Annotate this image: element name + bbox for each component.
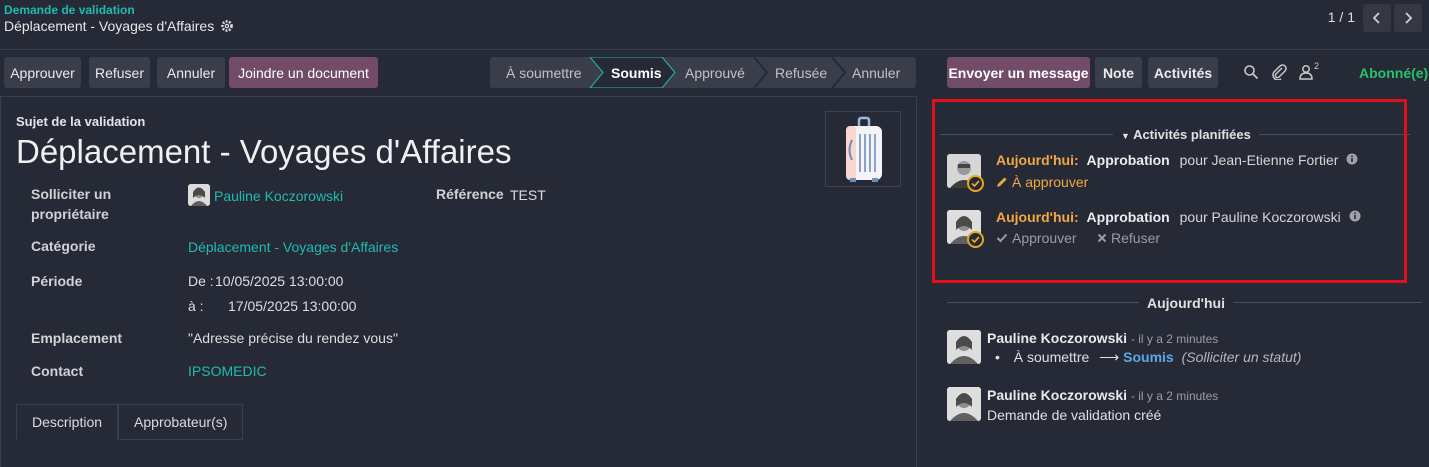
owner-avatar bbox=[188, 184, 210, 206]
contact-label: Contact bbox=[31, 363, 84, 379]
reference-value[interactable]: TEST bbox=[510, 185, 546, 205]
stage-to-submit[interactable]: À soumettre bbox=[506, 57, 581, 88]
paperclip-icon[interactable] bbox=[1271, 64, 1287, 80]
tab-approvers[interactable]: Approbateur(s) bbox=[118, 404, 244, 440]
follow-status-button[interactable]: Abonné(e) bbox=[1359, 65, 1428, 81]
pager-value[interactable]: 1 / 1 bbox=[1328, 9, 1355, 25]
approve-button[interactable]: Approuver bbox=[4, 57, 81, 88]
owner-label-line2: propriétaire bbox=[31, 206, 109, 222]
location-value[interactable]: "Adresse précise du rendez vous" bbox=[188, 328, 398, 348]
send-message-button[interactable]: Envoyer un message bbox=[947, 57, 1090, 88]
period-from-prefix: De : bbox=[188, 273, 214, 289]
period-to-value[interactable]: 17/05/2025 13:00:00 bbox=[228, 296, 356, 316]
notebook-tabs: Description Approbateur(s) bbox=[16, 404, 244, 440]
message-1-time: - il y a 2 minutes bbox=[1130, 332, 1219, 346]
period-from-value[interactable]: 10/05/2025 13:00:00 bbox=[215, 271, 343, 291]
stage-refused[interactable]: Refusée bbox=[775, 57, 827, 88]
stage-cancelled[interactable]: Annuler bbox=[852, 57, 900, 88]
arrow-right-icon: ⟶ bbox=[1099, 349, 1120, 365]
message-avatar-2 bbox=[947, 387, 981, 421]
bullet: • bbox=[995, 349, 1000, 365]
location-label: Emplacement bbox=[31, 330, 123, 346]
breadcrumb-current-label: Déplacement - Voyages d'Affaires bbox=[4, 18, 215, 34]
breadcrumb-current: Déplacement - Voyages d'Affaires bbox=[4, 18, 234, 34]
control-panel: Demande de validation Déplacement - Voya… bbox=[0, 0, 1429, 50]
refuse-button[interactable]: Refuser bbox=[89, 57, 150, 88]
period-label: Période bbox=[31, 273, 83, 289]
owner-label-line1: Solliciter un bbox=[31, 186, 112, 202]
page-title[interactable]: Déplacement - Voyages d'Affaires bbox=[16, 133, 511, 171]
category-label: Catégorie bbox=[31, 238, 96, 254]
contact-value[interactable]: IPSOMEDIC bbox=[188, 361, 267, 381]
highlight-annotation bbox=[932, 99, 1407, 283]
message-1-from: À soumettre bbox=[1013, 349, 1090, 365]
suitcase-icon bbox=[846, 116, 882, 182]
message-header-1: Pauline Koczorowski - il y a 2 minutes bbox=[987, 330, 1218, 346]
followers-icon[interactable] bbox=[1298, 64, 1314, 80]
subject-label: Sujet de la validation bbox=[16, 114, 146, 129]
pager-previous-button[interactable] bbox=[1363, 4, 1391, 32]
record-image[interactable] bbox=[825, 111, 901, 187]
search-icon[interactable] bbox=[1243, 64, 1259, 80]
log-note-button[interactable]: Note bbox=[1095, 57, 1142, 88]
message-2-author[interactable]: Pauline Koczorowski bbox=[987, 387, 1127, 403]
breadcrumb-parent[interactable]: Demande de validation bbox=[4, 3, 135, 17]
cancel-button[interactable]: Annuler bbox=[157, 57, 225, 88]
message-2-body: Demande de validation créé bbox=[987, 407, 1162, 423]
message-1-author[interactable]: Pauline Koczorowski bbox=[987, 330, 1127, 346]
chevron-right-icon bbox=[1405, 12, 1413, 24]
message-1-to: Soumis bbox=[1123, 349, 1174, 365]
followers-count: 2 bbox=[1314, 61, 1320, 71]
stage-submitted[interactable]: Soumis bbox=[611, 57, 662, 88]
activities-button[interactable]: Activités bbox=[1148, 57, 1218, 88]
reference-label: Référence bbox=[436, 186, 504, 202]
status-bar: À soumettre Soumis Approuvé Refusée Annu… bbox=[490, 57, 916, 88]
tab-description[interactable]: Description bbox=[16, 404, 119, 440]
message-2-time: - il y a 2 minutes bbox=[1130, 389, 1219, 403]
gear-icon[interactable] bbox=[220, 19, 234, 33]
message-avatar-1 bbox=[947, 330, 981, 364]
owner-value[interactable]: Pauline Koczorowski bbox=[214, 186, 343, 206]
message-1-field: (Solliciter un statut) bbox=[1181, 349, 1302, 365]
pager-next-button[interactable] bbox=[1394, 4, 1422, 32]
chevron-left-icon bbox=[1372, 12, 1380, 24]
message-1-tracking: • À soumettre ⟶ Soumis (Solliciter un st… bbox=[995, 349, 1301, 366]
period-to-prefix: à : bbox=[188, 298, 204, 314]
attach-document-button[interactable]: Joindre un document bbox=[229, 57, 378, 88]
category-value[interactable]: Déplacement - Voyages d'Affaires bbox=[188, 237, 398, 257]
today-separator: Aujourd'hui bbox=[1139, 295, 1233, 311]
stage-approved[interactable]: Approuvé bbox=[685, 57, 745, 88]
message-header-2: Pauline Koczorowski - il y a 2 minutes bbox=[987, 387, 1218, 403]
